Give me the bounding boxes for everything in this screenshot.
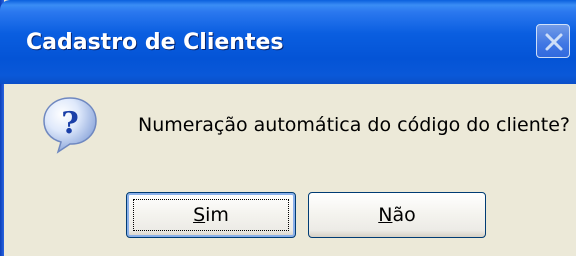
dialog-message: Numeração automática do código do client… — [138, 114, 570, 136]
svg-text:?: ? — [61, 106, 79, 141]
close-button[interactable] — [536, 24, 570, 58]
title-bar[interactable]: Cadastro de Clientes — [0, 0, 576, 84]
question-icon: ? — [43, 97, 97, 154]
focus-rectangle — [133, 199, 289, 231]
yes-button[interactable]: Sim — [126, 192, 296, 238]
close-icon — [545, 33, 563, 51]
dialog-window: Cadastro de Clientes ? Numeração automát… — [0, 0, 576, 256]
window-title: Cadastro de Clientes — [26, 30, 284, 55]
no-button[interactable]: Não — [308, 192, 486, 238]
no-button-label: Não — [378, 204, 416, 226]
